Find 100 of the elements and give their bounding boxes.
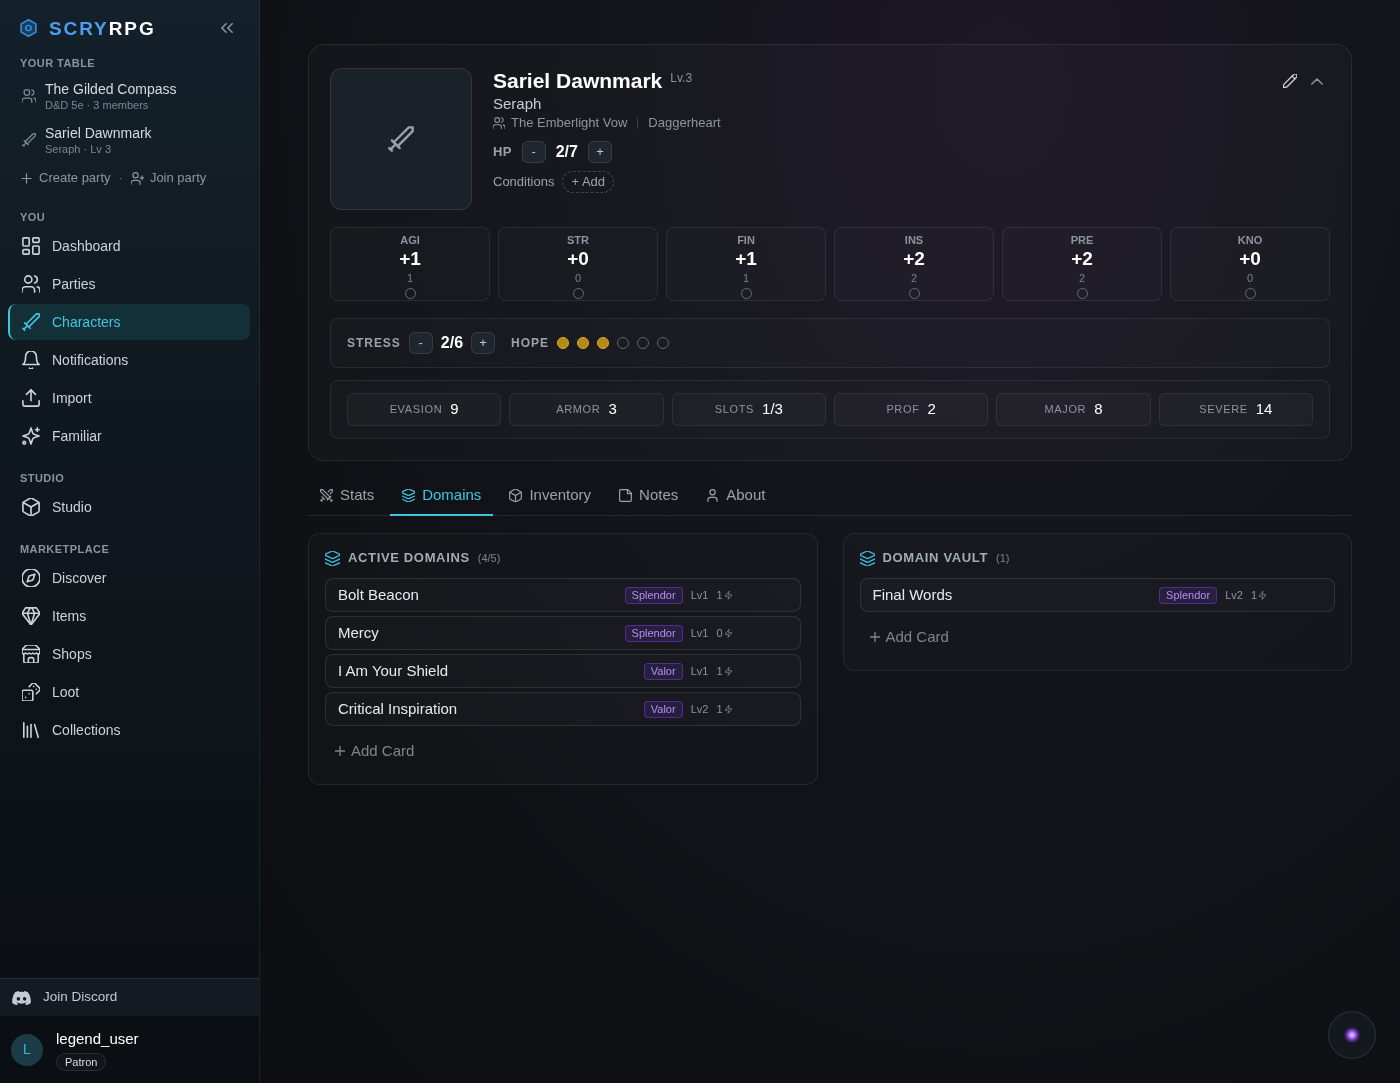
user-name: legend_user (56, 1028, 139, 1049)
bolt-icon (724, 628, 732, 638)
trait-modifier: +0 (567, 247, 589, 271)
decrease-stress-button[interactable]: - (408, 332, 433, 354)
domain-card[interactable]: Final Words Splendor Lv2 1 (859, 578, 1335, 612)
increase-stress-button[interactable]: + (471, 332, 496, 354)
join-party-button[interactable]: Join party (130, 168, 207, 188)
nav-item[interactable]: Characters (8, 304, 250, 340)
tab[interactable]: Inventory (497, 476, 604, 516)
nav-item[interactable]: Notifications (8, 342, 250, 378)
users-icon (22, 89, 36, 103)
domain-tag: Valor (643, 700, 683, 718)
increase-hp-button[interactable]: + (587, 141, 612, 163)
brand-name: SCRY RPG (49, 18, 156, 38)
bolt-icon (724, 666, 732, 676)
stress-label: STRESS (347, 335, 401, 352)
join-discord-button[interactable]: Join Discord (0, 978, 259, 1016)
sword-icon (22, 313, 40, 331)
hope-pip[interactable] (596, 337, 609, 349)
trait-modifier: +1 (399, 247, 421, 271)
sparkles-icon (22, 427, 40, 445)
defense-value: 9 (450, 399, 459, 420)
nav-item[interactable]: Import (8, 380, 250, 416)
decrease-hp-button[interactable]: - (521, 141, 546, 163)
card-name: Mercy (338, 622, 380, 643)
section-heading: STUDIO (19, 471, 66, 485)
books-icon (22, 721, 40, 739)
chevron-up-icon[interactable] (1311, 77, 1323, 85)
nav-item[interactable]: Dashboard (8, 228, 250, 264)
nav-item[interactable]: Parties (8, 266, 250, 302)
panel-title: DOMAIN VAULT (882, 549, 989, 568)
party-link[interactable]: The Gilded Compass (45, 80, 177, 98)
recall-cost: 1 (716, 663, 723, 679)
crossed-swords-icon (320, 488, 333, 502)
card-level: Lv1 (690, 625, 709, 641)
plus-icon (20, 171, 33, 185)
trait-score: 0 (574, 272, 582, 284)
discord-icon (12, 990, 31, 1005)
tab[interactable]: Stats (308, 476, 387, 516)
character-link[interactable]: Sariel Dawnmark (45, 124, 152, 142)
domain-card[interactable]: Mercy Splendor Lv1 0 (325, 616, 801, 650)
domain-card[interactable]: I Am Your Shield Valor Lv1 1 (325, 654, 801, 688)
sword-icon (388, 126, 414, 152)
card-name: Bolt Beacon (338, 584, 420, 605)
add-card-button[interactable]: Add Card (335, 740, 415, 763)
party-details: D&D 5e · 3 members (45, 98, 149, 112)
recall-cost: 1 (716, 587, 723, 603)
tab[interactable]: Domains (390, 476, 494, 516)
bolt-icon (724, 590, 732, 600)
stress-value: 2/6 (440, 333, 464, 353)
card-level: Lv2 (1225, 587, 1243, 603)
domain-tag: Valor (643, 662, 683, 680)
add-card-button[interactable]: Add Card (869, 626, 949, 649)
defense-label: ARMOR (556, 402, 601, 418)
trait-modifier: +0 (1239, 247, 1261, 271)
cube-icon (509, 488, 523, 502)
user-plus-icon (130, 171, 144, 185)
nav-item[interactable]: Shops (8, 636, 250, 672)
trait-label: KNO (1237, 234, 1263, 246)
tab[interactable]: Notes (607, 476, 691, 516)
card-name: Final Words (872, 584, 954, 605)
nav-item[interactable]: Familiar (8, 418, 250, 454)
cube-icon (22, 498, 40, 516)
nav-item[interactable]: Loot (8, 674, 250, 710)
edit-icon[interactable] (1283, 74, 1297, 88)
nav-item[interactable]: Items (8, 598, 250, 634)
user-icon (706, 488, 720, 502)
section-heading: MARKETPLACE (19, 542, 111, 556)
trait-modifier: +2 (1071, 247, 1093, 271)
conditions-label: Conditions (493, 173, 555, 192)
note-icon (619, 488, 633, 502)
character-details: Seraph · Lv 3 (45, 142, 112, 156)
nav-item[interactable]: Discover (8, 560, 250, 596)
defense-value: 8 (1094, 399, 1103, 420)
user-avatar: L (11, 1033, 43, 1066)
domain-card[interactable]: Bolt Beacon Splendor Lv1 1 (325, 578, 801, 612)
layers-icon (402, 488, 416, 502)
create-party-button[interactable]: Create party (20, 168, 111, 188)
game-system: Daggerheart (648, 114, 721, 133)
domain-card[interactable]: Critical Inspiration Valor Lv2 1 (325, 692, 801, 726)
membership-badge: Patron (56, 1052, 107, 1071)
double-chevron-left-icon[interactable] (221, 22, 233, 34)
sword-icon (22, 133, 36, 147)
character-level: Lv.3 (670, 70, 693, 86)
trait-modifier: +2 (903, 247, 925, 271)
hope-pip[interactable] (576, 337, 589, 349)
defense-label: SLOTS (714, 402, 755, 418)
defense-value: 14 (1255, 399, 1273, 420)
nav-item[interactable]: Studio (8, 489, 250, 525)
tab[interactable]: About (694, 476, 778, 516)
defense-value: 1/3 (762, 399, 783, 420)
users-icon (22, 275, 40, 293)
nav-item[interactable]: Collections (8, 712, 250, 748)
character-name: Sariel Dawnmark (493, 68, 663, 94)
layers-icon (859, 550, 875, 566)
hope-pip[interactable] (556, 337, 569, 349)
trait-score: 1 (742, 272, 750, 284)
upload-icon (22, 389, 40, 407)
assistant-button[interactable] (1328, 1011, 1376, 1059)
trait-modifier: +1 (735, 247, 757, 271)
